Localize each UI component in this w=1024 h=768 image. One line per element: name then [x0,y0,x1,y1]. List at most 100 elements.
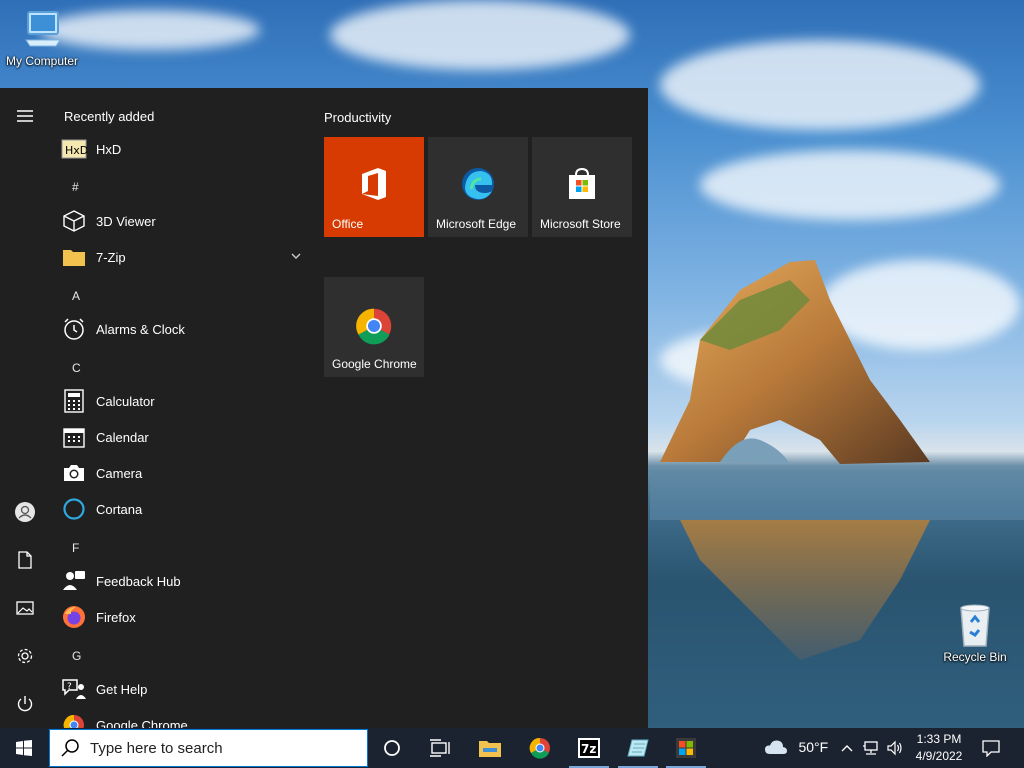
volume-icon [887,740,902,756]
weather-widget[interactable]: 50°F [764,737,828,757]
tile-microsoft-store[interactable]: Microsoft Store [532,137,632,237]
clock-date[interactable]: 4/9/2022 [914,749,964,763]
computer-icon [25,11,61,47]
cube-icon [63,210,85,232]
folder-icon [63,250,85,266]
app-item-label: Firefox [96,609,136,625]
app-item-calculator[interactable]: Calculator [60,383,308,419]
letter-header[interactable]: C [72,361,81,375]
desktop-icon-label: Recycle Bin [943,650,1007,664]
task-view-icon [430,739,450,757]
gear-icon [17,648,33,664]
letter-header[interactable]: F [72,541,79,555]
network-icon [863,741,878,755]
desktop-icon-my-computer[interactable]: My Computer [0,8,84,68]
7zip-icon: 7z [578,738,600,758]
app-item-3d-viewer[interactable]: 3D Viewer [60,203,308,239]
settings-button[interactable] [0,634,50,678]
start-button[interactable] [0,728,48,768]
search-input[interactable] [90,739,360,757]
taskbar: 7z 50°F 1:33 PM 4/9/2022 [0,728,1024,768]
app-item-7-zip[interactable]: 7-Zip [60,239,308,275]
taskbar-file-explorer[interactable] [466,728,514,768]
notification-icon [982,740,1000,757]
letter-header[interactable]: A [72,289,80,303]
camera-icon [64,465,84,481]
search-box[interactable] [49,729,368,767]
documents-button[interactable] [0,538,50,582]
firefox-icon [63,606,85,628]
taskbar-microsoft-store[interactable] [662,728,710,768]
app-item-label: 3D Viewer [96,213,156,229]
svg-text:?: ? [67,682,72,692]
store-icon [569,167,595,199]
app-item-alarms-clock[interactable]: Alarms & Clock [60,311,308,347]
cortana-circle-icon [384,740,400,756]
clock-time[interactable]: 1:33 PM [916,732,962,746]
windows-logo-icon [16,740,32,756]
app-item-label: Cortana [96,501,143,517]
edge-icon [462,168,494,200]
tile-label: Microsoft Edge [436,217,517,231]
document-icon [18,551,32,569]
letter-header[interactable]: G [72,649,81,663]
chevron-up-icon [841,745,853,752]
desktop-icon-recycle-bin[interactable]: Recycle Bin [933,602,1017,664]
network-button[interactable] [858,728,884,768]
show-hidden-icons-button[interactable] [838,728,856,768]
taskbar-chrome[interactable] [516,728,564,768]
user-icon [15,502,35,522]
expand-menu-button[interactable] [0,94,50,138]
chrome-icon [63,714,84,728]
power-icon [17,696,33,712]
start-menu-rail [0,88,50,728]
desktop-icon-label: My Computer [5,54,79,68]
app-item-cortana[interactable]: Cortana [60,491,308,527]
app-item-label: Camera [96,465,143,481]
app-item-calendar[interactable]: Calendar [60,419,308,455]
feedback-icon [63,571,85,590]
app-item-google-chrome[interactable]: Google Chrome [60,707,308,728]
volume-button[interactable] [883,728,907,768]
notepad-icon [627,739,649,757]
pictures-button[interactable] [0,586,50,630]
hxd-icon: HxD [61,139,87,159]
taskbar-app[interactable] [614,728,662,768]
chrome-icon [356,308,392,345]
calculator-icon [64,389,84,413]
svg-text:7z: 7z [581,742,596,756]
app-item-firefox[interactable]: Firefox [60,599,308,635]
tile-group-title: Productivity [324,110,392,125]
app-item-feedback-hub[interactable]: Feedback Hub [60,563,308,599]
taskbar-7zip[interactable]: 7z [565,728,613,768]
cortana-button[interactable] [368,728,416,768]
account-button[interactable] [0,490,50,534]
alarm-clock-icon [64,318,84,340]
chevron-down-icon[interactable] [290,250,302,262]
app-item-label: Alarms & Clock [96,321,185,337]
tile-microsoft-edge[interactable]: Microsoft Edge [428,137,528,237]
power-button[interactable] [0,682,50,726]
tile-office[interactable]: Office [324,137,424,237]
hamburger-icon [17,110,33,122]
pictures-icon [16,601,34,615]
search-icon [61,739,79,757]
office-icon [362,168,386,200]
weather-temperature: 50°F [798,739,829,755]
app-item-camera[interactable]: Camera [60,455,308,491]
tile-label: Office [332,217,364,231]
app-item-label: Calendar [96,429,149,445]
svg-text:HxD: HxD [65,144,87,157]
cortana-icon [63,498,85,520]
letter-header[interactable]: # [72,180,79,194]
app-list: Recently added HxD HxD # 3D Viewer 7-Zip… [50,88,310,728]
app-item-get-help[interactable]: ? Get Help [60,671,308,707]
tile-google-chrome[interactable]: Google Chrome [324,277,424,377]
app-item-label: Get Help [96,681,148,697]
get-help-icon: ? [62,679,86,699]
app-item-hxd[interactable]: HxD HxD [60,131,308,167]
notifications-button[interactable] [968,728,1014,768]
task-view-button[interactable] [416,728,464,768]
recycle-bin-icon [960,604,990,647]
app-item-label: Feedback Hub [96,573,181,589]
